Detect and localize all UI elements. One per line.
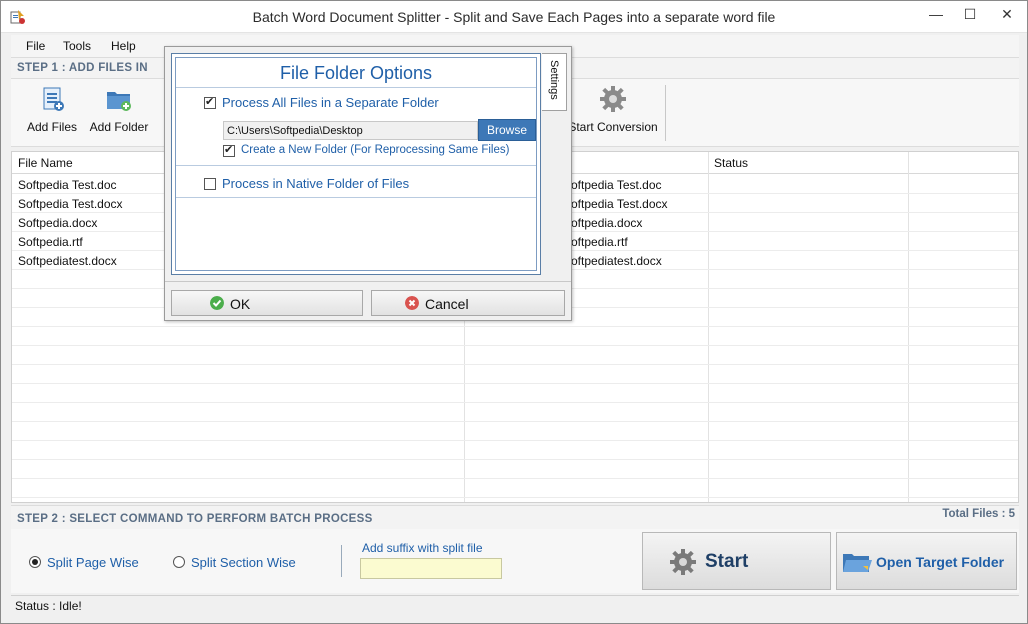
command-divider [341,545,342,577]
folder-path-field[interactable] [223,121,478,140]
process-native-label[interactable]: Process in Native Folder of Files [222,176,409,191]
suffix-input[interactable] [360,558,502,579]
dialog-button-bar: OK Cancel [165,281,571,321]
add-files-button[interactable]: Add Files [25,85,79,134]
start-button[interactable]: Start [642,532,831,590]
process-separate-checkbox[interactable] [204,95,216,109]
folder-icon [843,554,872,572]
col-status[interactable]: Status [714,156,748,170]
menu-tools[interactable]: Tools [63,39,91,53]
create-new-folder-checkbox[interactable] [223,143,235,157]
options-panel: File Folder Options Process All Files in… [175,57,537,271]
split-section-wise-label[interactable]: Split Section Wise [191,555,296,570]
split-page-wise-label[interactable]: Split Page Wise [47,555,139,570]
cancel-icon [405,296,419,310]
minimize-button[interactable]: — [921,1,951,29]
gear-icon [670,549,696,575]
dialog-divider [176,165,536,166]
open-target-folder-button[interactable]: Open Target Folder [836,532,1017,590]
file-folder-options-dialog: File Folder Options Process All Files in… [164,46,572,321]
empty-row [12,384,1018,403]
ok-label: OK [230,296,251,312]
empty-row [12,460,1018,479]
start-label: Start [705,551,749,572]
browse-button[interactable]: Browse [478,119,536,141]
dialog-divider [176,197,536,198]
toolbar-divider [665,85,666,141]
output-cell: oftpediatest.docx [571,254,662,268]
cancel-button[interactable]: Cancel [371,290,565,316]
gear-icon [600,86,626,112]
add-folder-button[interactable]: Add Folder [89,85,149,134]
open-target-folder-label: Open Target Folder [876,554,1005,570]
settings-tab-label: Settings [548,60,560,100]
col-file-name[interactable]: File Name [18,156,73,170]
step2-label: STEP 2 : SELECT COMMAND TO PERFORM BATCH… [17,513,373,525]
maximize-button[interactable]: ☐ [955,1,985,29]
empty-row [12,422,1018,441]
options-panel-frame: File Folder Options Process All Files in… [171,53,541,275]
command-bar: Split Page Wise Split Section Wise Add s… [11,529,1019,593]
output-cell: oftpedia.docx [571,216,643,230]
output-cell: oftpedia Test.docx [571,197,668,211]
split-section-wise-radio[interactable] [173,556,185,568]
empty-row [12,479,1018,498]
output-cell: oftpedia.rtf [571,235,628,249]
status-bar: Status : Idle! [11,595,1019,615]
process-separate-label[interactable]: Process All Files in a Separate Folder [222,95,439,110]
file-name-cell: Softpedia Test.docx [18,197,123,211]
menu-file[interactable]: File [26,39,45,53]
step2-header: STEP 2 : SELECT COMMAND TO PERFORM BATCH… [11,505,1019,529]
file-name-cell: Softpedia Test.doc [18,178,117,192]
total-files-count: Total Files : 5 [942,508,1015,520]
window-title: Batch Word Document Splitter - Split and… [252,9,776,25]
empty-row [12,365,1018,384]
create-new-folder-label[interactable]: Create a New Folder (For Reprocessing Sa… [241,144,509,156]
start-conversion-label: Start Conversion [568,120,658,134]
file-name-cell: Softpedia.docx [18,216,98,230]
close-button[interactable]: ✕ [989,1,1025,29]
add-folder-icon [107,92,131,111]
empty-row [12,403,1018,422]
menu-help[interactable]: Help [111,39,136,53]
dialog-title: File Folder Options [176,58,536,88]
empty-row [12,346,1018,365]
output-cell: oftpedia Test.doc [571,178,662,192]
start-conversion-button[interactable]: Start Conversion [567,85,659,134]
add-folder-label: Add Folder [89,120,149,134]
file-name-cell: Softpedia.rtf [18,235,83,249]
empty-row [12,441,1018,460]
step1-label: STEP 1 : ADD FILES IN [17,62,148,74]
file-name-cell: Softpediatest.docx [18,254,117,268]
suffix-label: Add suffix with split file [362,541,483,555]
title-bar: Batch Word Document Splitter - Split and… [1,1,1027,33]
add-files-label: Add Files [26,120,78,134]
tab-settings[interactable]: Settings [542,53,567,111]
process-native-checkbox[interactable] [204,178,216,190]
empty-row [12,327,1018,346]
ok-button[interactable]: OK [171,290,363,316]
add-files-icon [43,87,64,111]
check-icon [210,296,224,310]
status-text: Status : Idle! [15,599,82,613]
app-window: Batch Word Document Splitter - Split and… [0,0,1028,624]
cancel-label: Cancel [425,296,469,312]
split-page-wise-radio[interactable] [29,556,41,568]
